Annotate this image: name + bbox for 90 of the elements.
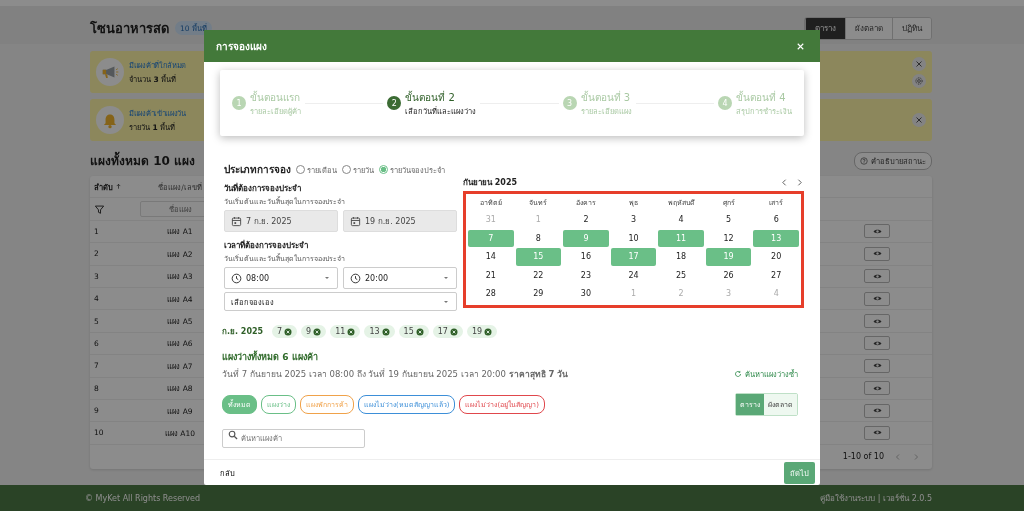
view-button[interactable]	[864, 224, 890, 239]
section-title: เวลาที่ต้องการจองประจำ	[224, 239, 309, 252]
view-button[interactable]	[864, 426, 890, 440]
date-field[interactable]: 19 ก.ย. 2025	[343, 210, 457, 232]
chosen-month: ก.ย. 2025	[222, 326, 265, 338]
calendar-day[interactable]: 30	[563, 285, 609, 303]
refresh-icon	[734, 370, 742, 378]
calendar-day[interactable]: 3	[610, 211, 657, 229]
date-chip[interactable]: 17	[432, 325, 463, 338]
view-button[interactable]	[864, 291, 890, 306]
view-button[interactable]	[864, 336, 890, 351]
close-icon	[914, 115, 924, 125]
date-chip[interactable]: 15	[398, 325, 429, 338]
remove-icon	[484, 327, 493, 336]
view-button[interactable]	[864, 403, 890, 418]
calendar-day[interactable]: 18	[658, 248, 704, 266]
calendar-day[interactable]: 2	[563, 211, 609, 229]
remove-icon	[347, 327, 356, 336]
calendar-day[interactable]: 27	[753, 266, 799, 284]
view-button[interactable]	[864, 381, 890, 396]
clock-icon	[231, 272, 242, 284]
close-icon	[914, 58, 924, 69]
next-month-button[interactable]	[795, 178, 804, 187]
close-button[interactable]	[912, 113, 926, 127]
calendar-day[interactable]: 5	[705, 211, 752, 229]
help-icon	[860, 156, 868, 165]
time-select[interactable]: 20:00	[343, 267, 457, 289]
date-chip[interactable]: 9	[301, 325, 327, 338]
remove-icon	[313, 327, 322, 336]
step-number: 4	[718, 96, 732, 110]
footer-info: คู่มือใช้งานระบบ | เวอร์ชั่น 2.0.5	[820, 492, 932, 505]
settings-button[interactable]	[912, 73, 926, 88]
previous-month-button[interactable]	[780, 178, 789, 187]
calendar-month: กันยายน 2025	[463, 177, 518, 189]
view-tab[interactable]: ปฏิทิน	[892, 17, 931, 39]
date-chip[interactable]: 11	[330, 325, 361, 338]
step-number: 1	[232, 96, 246, 110]
list-title: แผงทั้งหมด 10 แผง	[90, 151, 196, 170]
calendar-day[interactable]: 4	[658, 211, 704, 229]
step-number: 2	[387, 96, 402, 110]
view-tab[interactable]: ผังตลาด	[845, 17, 892, 39]
view-button[interactable]	[864, 358, 890, 373]
remove-icon	[381, 327, 390, 336]
calendar-day[interactable]: 29	[515, 285, 562, 303]
calendar-day[interactable]: 10	[610, 229, 657, 247]
calendar-day[interactable]: 26	[705, 266, 752, 284]
settings-icon	[914, 75, 924, 86]
calendar-day[interactable]: 16	[563, 248, 609, 266]
view-button[interactable]	[864, 246, 890, 261]
remove-icon	[449, 327, 458, 336]
calendar-day[interactable]: 21	[468, 266, 514, 284]
calendar-day[interactable]: 22	[515, 266, 562, 284]
booking-type-label: ประเภทการจอง	[224, 163, 291, 177]
search-icon	[228, 430, 238, 440]
dialog-title: การจองแผง	[216, 39, 267, 54]
section-title: วันที่ต้องการจองประจำ	[224, 182, 302, 195]
filter-icon	[94, 203, 105, 215]
sort-up-icon	[115, 183, 122, 191]
calendar-day[interactable]: 28	[468, 285, 514, 303]
chevron-left-icon	[780, 178, 789, 187]
time-select[interactable]: 08:00	[224, 267, 338, 289]
view-button[interactable]	[864, 269, 890, 284]
clock-icon	[350, 272, 361, 284]
close-button[interactable]	[912, 56, 926, 71]
calendar-day[interactable]: 14	[468, 248, 514, 266]
chevron-right-icon	[795, 178, 804, 187]
calendar-icon	[350, 215, 361, 227]
date-field[interactable]: 7 ก.ย. 2025	[224, 210, 338, 232]
date-chip[interactable]: 7	[272, 325, 298, 338]
results-title: แผงว่างทั้งหมด 6 แผงค้า	[222, 350, 319, 364]
calendar-day[interactable]: 20	[753, 248, 799, 266]
calendar-icon	[231, 215, 242, 227]
zone-title: โซนอาหารสด	[90, 19, 169, 38]
calendar-day[interactable]: 24	[610, 266, 657, 284]
date-chip[interactable]: 19	[466, 325, 498, 338]
view-button[interactable]	[864, 314, 890, 329]
remove-icon	[284, 327, 293, 336]
date-chip[interactable]: 13	[364, 325, 395, 338]
copyright-text: © MyKet All Rights Reserved	[85, 493, 201, 503]
caret-icon	[323, 274, 331, 282]
calendar-day[interactable]: 12	[705, 229, 752, 247]
step-number: 3	[562, 96, 577, 110]
caret-icon	[442, 274, 450, 282]
remove-icon	[415, 327, 424, 336]
results-summary: วันที่ 7 กันยายน 2025 เวลา 08:00 ถึง วันที่ 19 กันยายน 2025 เวลา 20:00 ราคาสุทธิ 7 วัน	[222, 367, 569, 381]
calendar-day[interactable]: 8	[515, 229, 562, 247]
calendar-day[interactable]: 25	[658, 266, 704, 284]
pagination-text: 1-10 of 10	[842, 452, 884, 462]
calendar-day[interactable]: 23	[563, 266, 609, 284]
calendar-day[interactable]: 6	[753, 211, 799, 229]
